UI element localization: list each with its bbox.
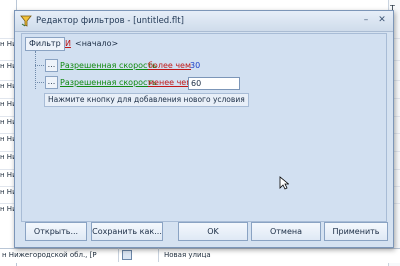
condition-1-field-link[interactable]: Разрешенная скорость [60, 61, 157, 70]
cell-divider [158, 248, 159, 262]
tree-connector [35, 51, 36, 89]
filter-editor-dialog: Редактор фильтров - [untitled.flt] – ✕ Ф… [14, 10, 394, 248]
condition-2-menu-button[interactable]: ... [45, 76, 58, 89]
mouse-cursor-icon [279, 176, 289, 190]
close-button[interactable]: ✕ [375, 14, 389, 27]
minimize-button[interactable]: – [359, 14, 373, 27]
open-button[interactable]: Открыть... [25, 222, 87, 241]
tree-connector [35, 82, 44, 83]
group-operator-link[interactable]: И [65, 39, 71, 48]
dialog-title: Редактор фильтров - [untitled.flt] [36, 16, 184, 26]
group-start-label: <начало> [75, 39, 119, 48]
save-as-button[interactable]: Сохранить как... [91, 222, 163, 241]
apply-button[interactable]: Применить [324, 222, 388, 241]
address-cell: н Нижегородской обл., [Р [2, 251, 97, 259]
condition-2-operator-link[interactable]: менее чем [148, 78, 192, 87]
cell-divider [118, 248, 119, 262]
dialog-titlebar[interactable]: Редактор фильтров - [untitled.flt] – ✕ [15, 11, 393, 32]
street-cell: Новая улица [164, 251, 211, 259]
checkbox-icon[interactable] [122, 250, 132, 260]
condition-2-value-input[interactable]: 60 [188, 77, 240, 90]
condition-1-menu-button[interactable]: ... [45, 59, 58, 72]
add-condition-button[interactable]: Нажмите кнопку для добавления нового усл… [44, 93, 249, 107]
condition-1-value[interactable]: 30 [190, 61, 200, 70]
ok-button[interactable]: OK [178, 222, 248, 241]
filter-root-tag[interactable]: Фильтр [25, 37, 65, 51]
cancel-button[interactable]: Отмена [251, 222, 321, 241]
condition-2-field-link[interactable]: Разрешенная скорость [60, 78, 157, 87]
filter-funnel-icon [20, 15, 32, 27]
tree-connector [35, 65, 44, 66]
filter-tree-panel[interactable]: Фильтр И <начало> ... Разрешенная скорос… [21, 33, 387, 222]
condition-1-operator-link[interactable]: более чем [148, 61, 191, 70]
